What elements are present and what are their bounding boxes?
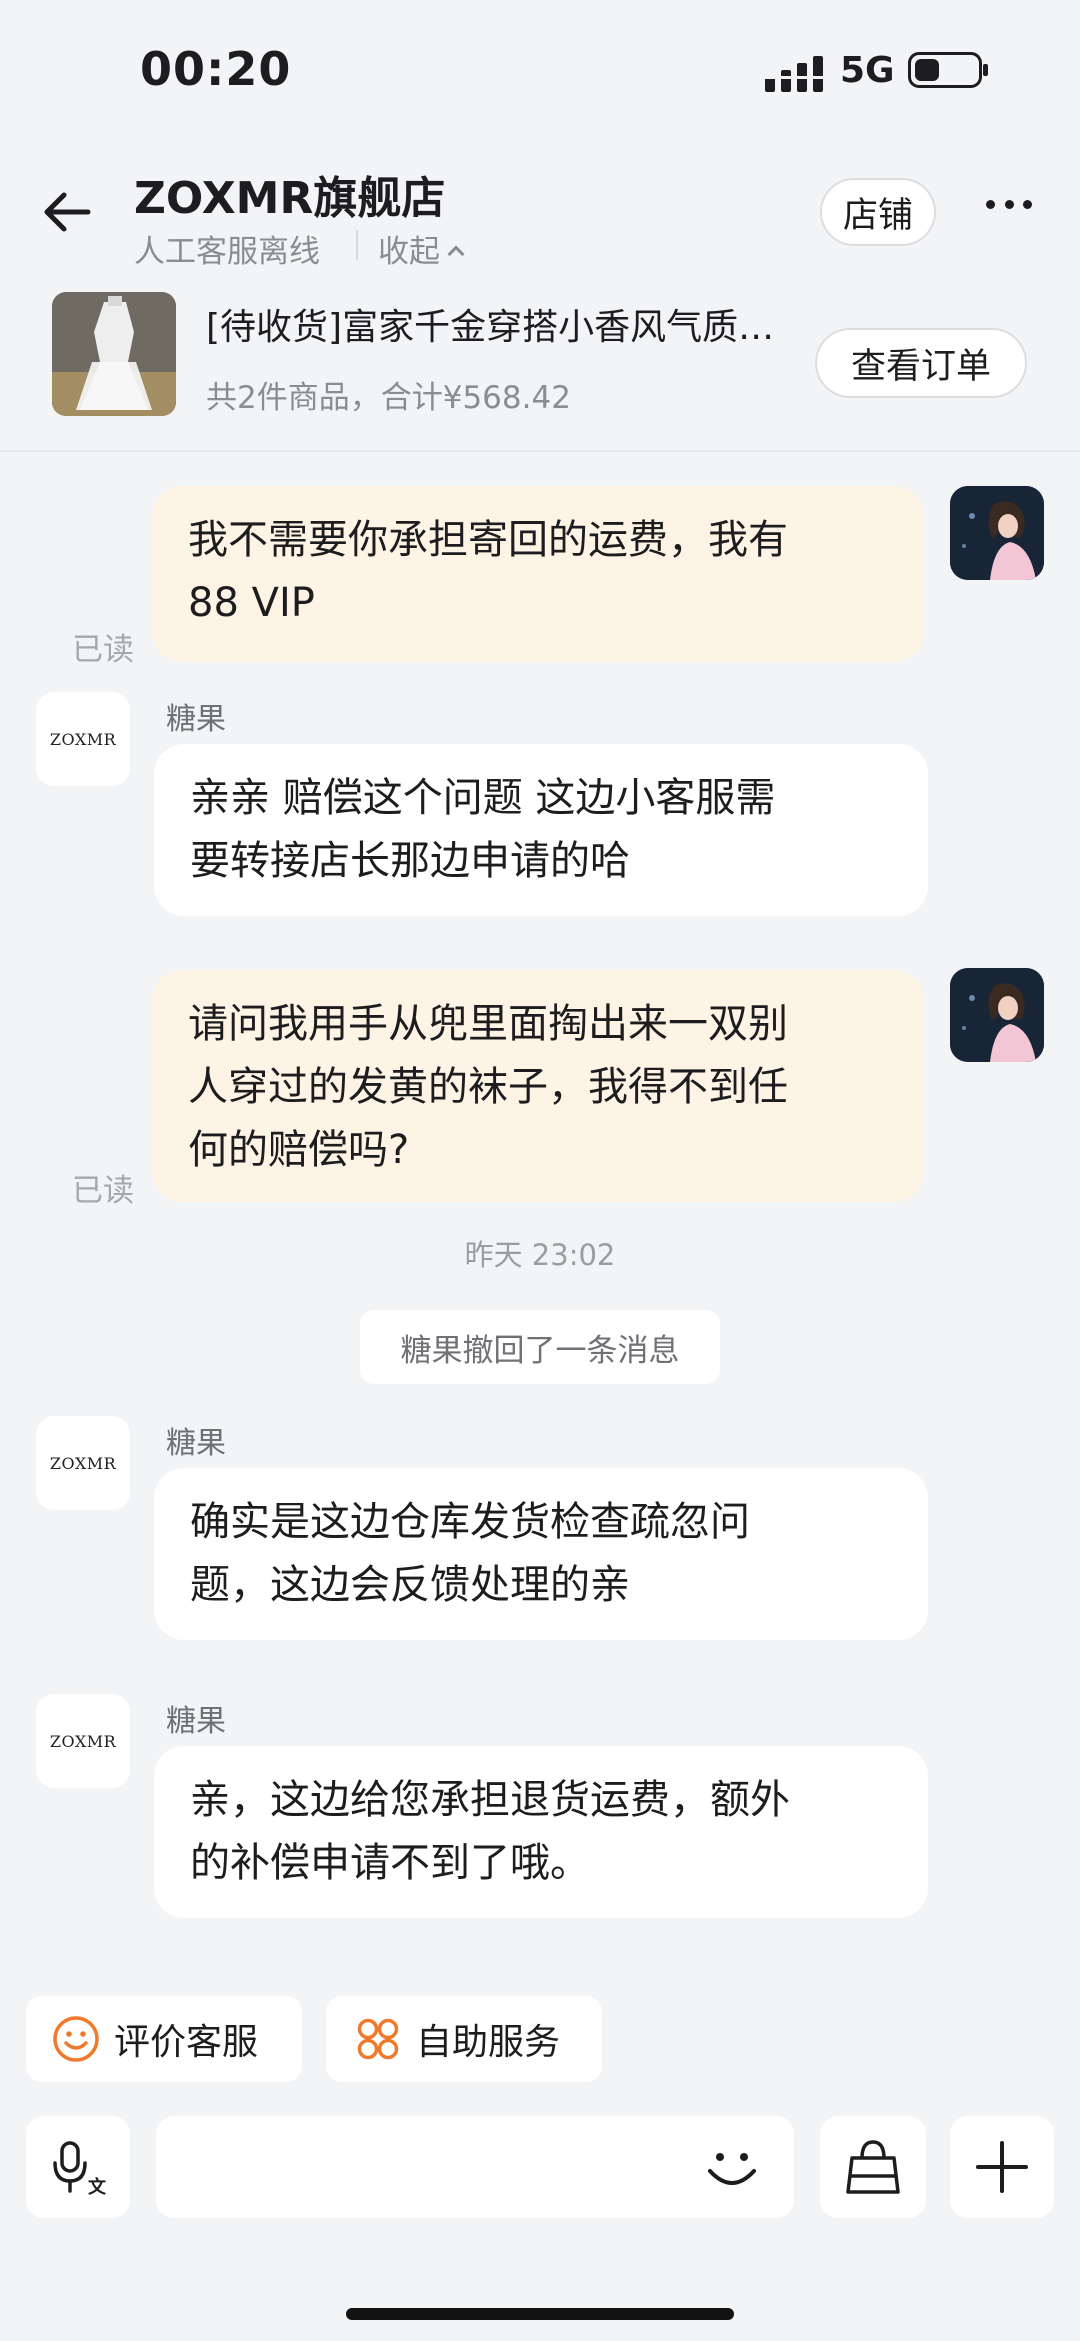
message-line: 我不需要你承担寄回的运费，我有 [188, 517, 788, 563]
shop-title: ZOXMR旗舰店 [134, 173, 446, 224]
home-indicator[interactable] [346, 2308, 734, 2320]
sender-name: 糖果 [166, 702, 226, 737]
message-line: 的补偿申请不到了哦。 [190, 1840, 590, 1886]
order-summary: 共2件商品，合计¥568.42 [206, 380, 571, 416]
user-avatar[interactable] [950, 968, 1044, 1062]
sender-name: 糖果 [166, 1704, 226, 1739]
timestamp-divider: 昨天 23:02 [464, 1238, 616, 1272]
message-line: 何的赔偿吗? [188, 1127, 410, 1173]
voice-input-button[interactable]: 文 [26, 2116, 130, 2218]
message-line: 请问我用手从兜里面掏出来一双别 [188, 1001, 788, 1047]
message-line: 人穿过的发黄的袜子，我得不到任 [188, 1064, 788, 1110]
back-arrow-icon[interactable] [38, 182, 98, 242]
message-line: 题，这边会反馈处理的亲 [190, 1562, 630, 1608]
status-time: 00:20 [140, 42, 292, 96]
read-status: 已读 [72, 1173, 134, 1209]
my-message-bubble[interactable]: 我不需要你承担寄回的运费，我有 88 VIP [152, 486, 924, 662]
shop-message-bubble[interactable]: 确实是这边仓库发货检查疏忽问 题，这边会反馈处理的亲 [154, 1468, 928, 1640]
message-line: 88 VIP [188, 580, 315, 626]
collapse-label: 收起 [378, 234, 440, 270]
store-button[interactable]: 店铺 [820, 178, 936, 246]
order-divider [0, 450, 1080, 452]
header-divider [356, 230, 358, 260]
battery-icon [908, 52, 988, 88]
shopping-bag-icon [846, 2140, 900, 2194]
message-line: 要转接店长那边申请的哈 [190, 838, 630, 884]
recall-notice: 糖果撤回了一条消息 [360, 1310, 720, 1384]
rate-service-label: 评价客服 [114, 2022, 259, 2063]
more-actions-button[interactable] [950, 2116, 1054, 2218]
shop-avatar[interactable]: ZOXMR [36, 1694, 130, 1788]
view-order-button[interactable]: 查看订单 [815, 328, 1027, 398]
order-product-thumbnail[interactable] [52, 292, 176, 416]
message-line: 确实是这边仓库发货检查疏忽问 [190, 1499, 750, 1545]
service-status: 人工客服离线 [134, 234, 320, 270]
emoji-icon[interactable] [702, 2137, 762, 2197]
message-line: 亲亲 赔偿这个问题 这边小客服需 [190, 775, 776, 821]
user-avatar[interactable] [950, 486, 1044, 580]
shop-avatar[interactable]: ZOXMR [36, 1416, 130, 1510]
rate-service-button[interactable]: 评价客服 [26, 1996, 302, 2082]
more-options-icon[interactable] [986, 200, 1032, 212]
self-service-grid-icon [357, 2018, 399, 2060]
collapse-toggle[interactable]: 收起 [378, 226, 465, 271]
my-message-bubble[interactable]: 请问我用手从兜里面掏出来一双别 人穿过的发黄的袜子，我得不到任 何的赔偿吗? [152, 970, 924, 1202]
read-status: 已读 [72, 632, 134, 668]
shop-avatar[interactable]: ZOXMR [36, 692, 130, 786]
message-input[interactable] [156, 2116, 794, 2218]
svg-text:文: 文 [88, 2176, 107, 2197]
smiley-rate-icon [53, 2016, 99, 2062]
plus-icon [976, 2141, 1028, 2193]
self-service-label: 自助服务 [416, 2022, 561, 2063]
signal-strength-icon [765, 56, 823, 92]
goods-button[interactable] [820, 2116, 926, 2218]
shop-message-bubble[interactable]: 亲，这边给您承担退货运费，额外 的补偿申请不到了哦。 [154, 1746, 928, 1918]
shop-message-bubble[interactable]: 亲亲 赔偿这个问题 这边小客服需 要转接店长那边申请的哈 [154, 744, 928, 916]
sender-name: 糖果 [166, 1426, 226, 1461]
order-title[interactable]: [待收货]富家千金穿搭小香风气质套装裙 [206, 298, 806, 350]
voice-translate-icon: 文 [53, 2141, 107, 2197]
network-type: 5G [840, 50, 895, 91]
self-service-button[interactable]: 自助服务 [326, 1996, 602, 2082]
chevron-up-icon [447, 245, 465, 263]
message-line: 亲，这边给您承担退货运费，额外 [190, 1777, 790, 1823]
